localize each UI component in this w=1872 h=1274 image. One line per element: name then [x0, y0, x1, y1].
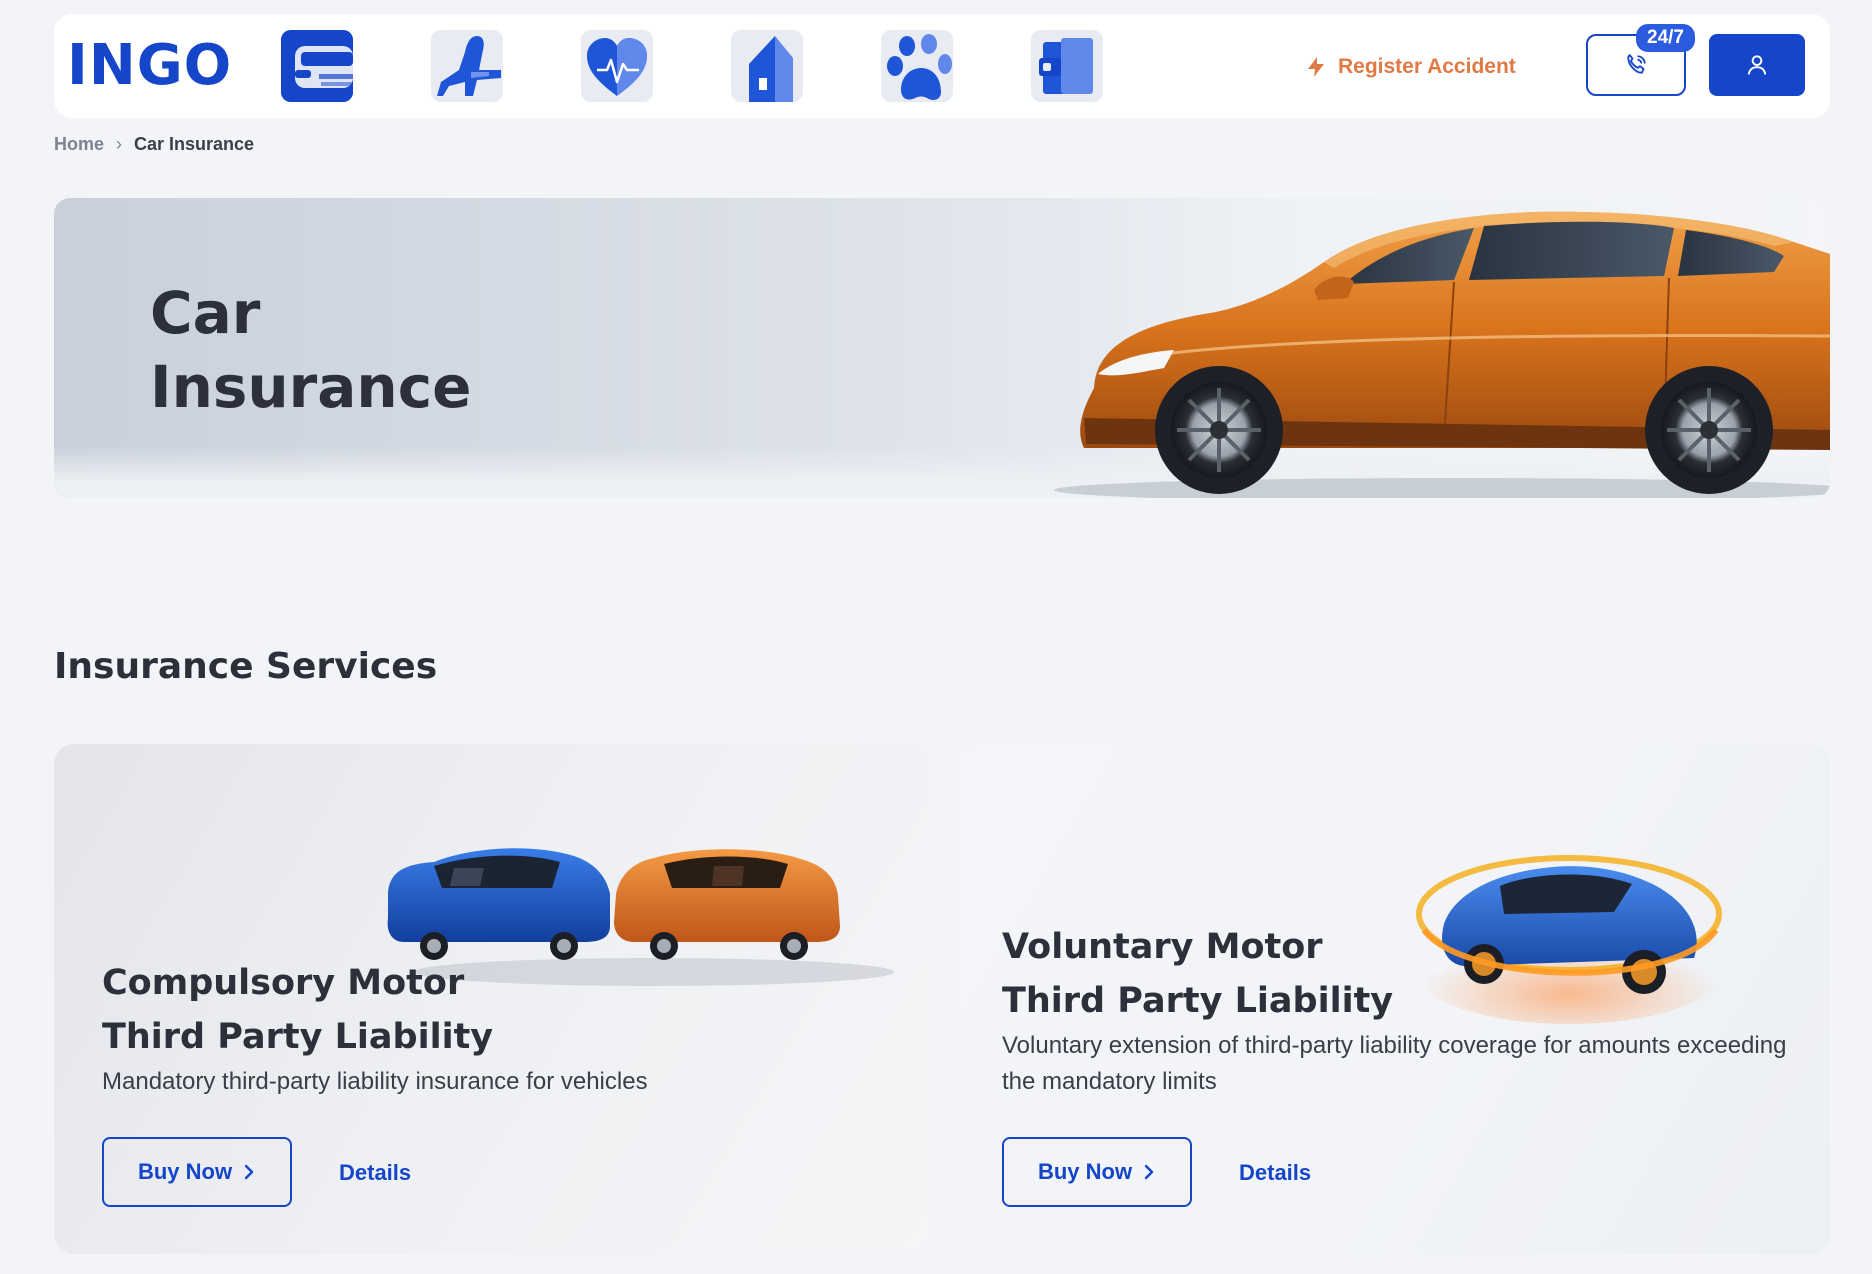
orange-car-image — [1054, 211, 1830, 498]
card-title-line1: Voluntary Motor — [1002, 927, 1323, 967]
hero-title: Car Insurance — [150, 276, 550, 424]
section-title: Insurance Services — [54, 646, 438, 687]
compulsory-mtpl-card: Compulsory Motor Third Party Liability M… — [54, 744, 930, 1254]
card-title: Compulsory Motor Third Party Liability — [102, 956, 822, 1064]
ingo-logo[interactable]: INGO — [67, 38, 232, 94]
hero-banner: Car Insurance — [54, 198, 1830, 498]
breadcrumb-current: Car Insurance — [134, 134, 255, 154]
paw-icon[interactable] — [881, 30, 953, 102]
register-accident-link[interactable]: Register Accident — [1304, 52, 1516, 82]
car-icon[interactable] — [281, 30, 353, 102]
phone-icon — [1627, 54, 1646, 74]
card-title-line1: Compulsory Motor — [102, 963, 465, 1003]
breadcrumb-home-link[interactable]: Home — [54, 134, 104, 155]
voluntary-mtpl-card: Voluntary Motor Third Party Liability Vo… — [954, 744, 1830, 1254]
wallet-icon[interactable] — [1031, 30, 1103, 102]
buy-now-button[interactable]: Buy Now — [102, 1137, 292, 1207]
heart-pulse-icon[interactable] — [581, 30, 653, 102]
chevron-right-icon: › — [116, 134, 123, 154]
card-description: Voluntary extension of third-party liabi… — [1002, 1032, 1787, 1095]
details-link[interactable]: Details — [339, 1160, 411, 1186]
airplane-icon[interactable] — [431, 30, 503, 102]
chevron-right-icon — [1144, 1164, 1154, 1180]
card-title-line2: Third Party Liability — [1002, 981, 1394, 1021]
card-title-line2: Third Party Liability — [102, 1017, 494, 1057]
buy-now-button[interactable]: Buy Now — [1002, 1137, 1192, 1207]
house-icon[interactable] — [731, 30, 803, 102]
breadcrumb: Home › Car Insurance — [54, 134, 254, 155]
buy-now-label: Buy Now — [1037, 1159, 1133, 1184]
register-accident-label: Register Accident — [1338, 55, 1516, 78]
buy-now-label: Buy Now — [137, 1159, 233, 1184]
lightning-icon — [1308, 57, 1324, 77]
top-navigation-bar: INGO Register Accident 24/7 — [54, 14, 1830, 118]
hero-title-line2: Insurance — [150, 353, 472, 421]
details-link[interactable]: Details — [1239, 1160, 1311, 1186]
card-title: Voluntary Motor Third Party Liability — [1002, 920, 1722, 1028]
user-account-button[interactable] — [1709, 34, 1805, 96]
support-24-7-badge: 24/7 — [1636, 24, 1695, 52]
user-icon — [1747, 55, 1767, 75]
hero-title-line1: Car — [150, 279, 261, 347]
card-description: Mandatory third-party liability insuranc… — [102, 1068, 648, 1095]
chevron-right-icon — [244, 1164, 254, 1180]
